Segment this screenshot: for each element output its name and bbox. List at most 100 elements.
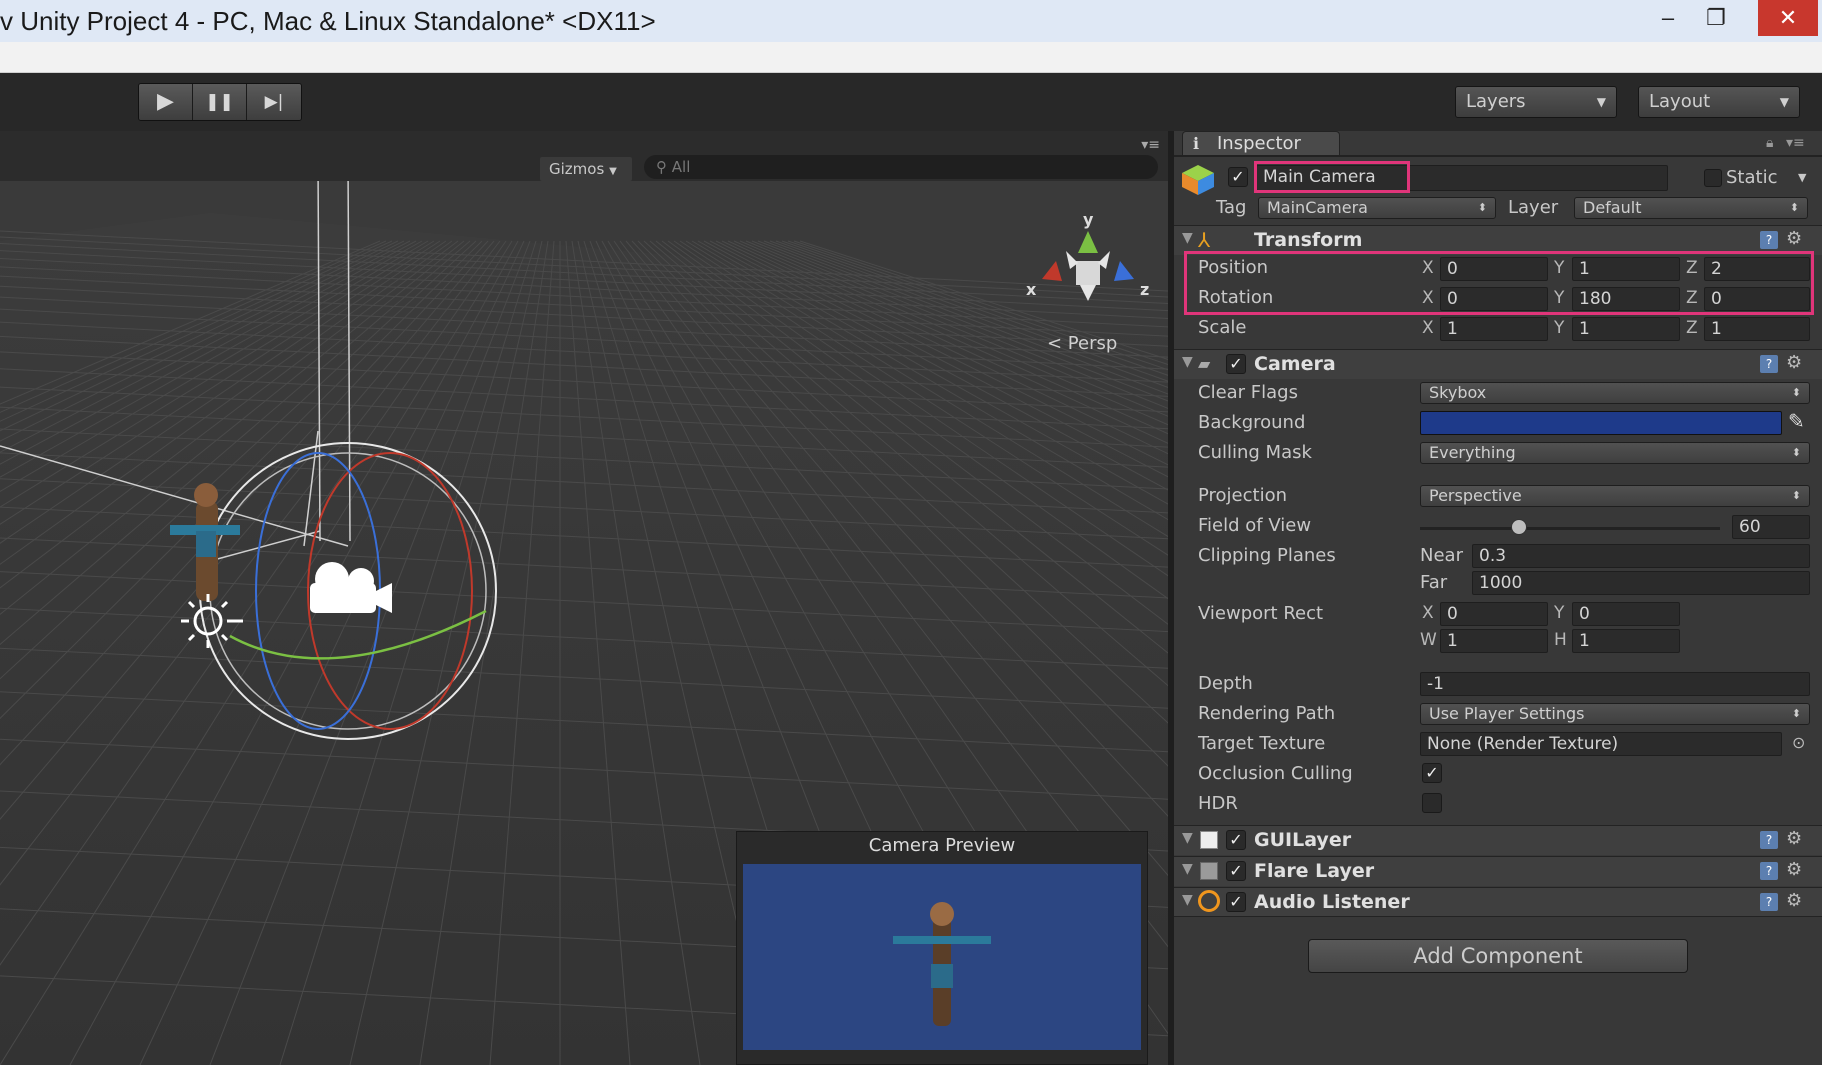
layout-dropdown[interactable]: Layout ▼ [1638,86,1800,118]
clear-flags-dropdown[interactable]: Skybox ⬍ [1420,382,1810,404]
layers-dropdown[interactable]: Layers ▼ [1455,86,1617,118]
flare-layer-icon [1200,862,1218,880]
gear-icon[interactable]: ⚙ [1786,828,1802,849]
occlusion-culling-checkbox[interactable]: ✓ [1422,763,1442,783]
viewport-y-input[interactable]: 0 [1572,602,1680,626]
scene-view-panel: ▾≡ Gizmos ▼ ⚲ All y x z < Persp Camera P… [0,131,1168,1065]
axis-x-label: x [1026,280,1037,299]
highlight-box-name [1254,161,1410,193]
scene-search-input[interactable]: ⚲ All [644,155,1158,179]
camera-enabled-checkbox[interactable]: ✓ [1226,354,1246,374]
lock-icon[interactable]: 🔒︎ [1766,135,1773,151]
eyedropper-icon[interactable]: ✎ [1788,409,1805,433]
help-icon[interactable]: ? [1760,355,1778,373]
flare-layer-enabled-checkbox[interactable]: ✓ [1226,861,1246,881]
search-icon: ⚲ [656,158,667,176]
culling-mask-value: Everything [1429,443,1516,462]
viewport-x-input[interactable]: 0 [1440,602,1548,626]
guilayer-title: GUILayer [1254,829,1352,851]
rendering-path-label: Rendering Path [1198,703,1336,724]
collapse-triangle-icon[interactable]: ▼ [1182,230,1193,246]
window-title-bar: v Unity Project 4 - PC, Mac & Linux Stan… [0,0,1822,42]
far-label: Far [1420,572,1448,593]
layer-label: Layer [1508,197,1559,218]
gear-icon[interactable]: ⚙ [1786,228,1802,249]
chevron-updown-icon: ⬍ [1791,386,1801,399]
info-icon: ℹ [1193,134,1200,153]
viewport-y-label: Y [1554,603,1565,623]
maximize-button[interactable]: ❐ [1694,0,1738,36]
scale-x-input[interactable]: 1 [1440,317,1548,341]
collapse-triangle-icon[interactable]: ▼ [1182,861,1193,877]
scale-z-input[interactable]: 1 [1704,317,1810,341]
fov-input[interactable]: 60 [1732,515,1810,539]
viewport-x-label: X [1422,603,1434,623]
layer-value: Default [1583,198,1642,217]
scale-y-input[interactable]: 1 [1572,317,1680,341]
axis-z-label: z [1140,280,1149,299]
hdr-checkbox[interactable]: ✓ [1422,793,1442,813]
gizmos-dropdown[interactable]: Gizmos ▼ [540,157,632,181]
help-icon[interactable]: ? [1760,231,1778,249]
gear-icon[interactable]: ⚙ [1786,890,1802,911]
rendering-path-dropdown[interactable]: Use Player Settings ⬍ [1420,703,1810,725]
culling-mask-dropdown[interactable]: Everything ⬍ [1420,442,1810,464]
add-component-button[interactable]: Add Component [1308,939,1688,973]
near-input[interactable]: 0.3 [1472,544,1810,568]
projection-dropdown[interactable]: Perspective ⬍ [1420,485,1810,507]
tab-inspector[interactable]: ℹ Inspector [1182,131,1340,155]
far-input[interactable]: 1000 [1472,571,1810,595]
step-button[interactable]: ▶| [247,84,301,120]
guilayer-enabled-checkbox[interactable]: ✓ [1226,830,1246,850]
fov-label: Field of View [1198,515,1312,536]
camera-icon: ▰ [1198,354,1211,373]
static-checkbox[interactable]: ✓ [1704,169,1722,187]
panel-menu-icon[interactable]: ▾≡ [1141,137,1160,153]
audio-listener-title: Audio Listener [1254,891,1410,913]
layer-dropdown[interactable]: Default ⬍ [1574,197,1808,219]
scale-label: Scale [1198,317,1247,338]
playback-controls: ▶ ❚❚ ▶| [138,83,302,121]
gear-icon[interactable]: ⚙ [1786,352,1802,373]
help-icon[interactable]: ? [1760,893,1778,911]
preview-character [893,902,991,1026]
projection-value: Perspective [1429,486,1522,505]
play-button[interactable]: ▶ [139,84,193,120]
pause-button[interactable]: ❚❚ [193,84,247,120]
camera-preview-title: Camera Preview [868,835,1016,856]
fov-slider-thumb[interactable] [1511,519,1527,535]
viewport-h-input[interactable]: 1 [1572,629,1680,653]
static-label: Static [1726,167,1778,188]
help-icon[interactable]: ? [1760,862,1778,880]
audio-listener-enabled-checkbox[interactable]: ✓ [1226,892,1246,912]
viewport-h-label: H [1554,630,1567,650]
target-texture-field[interactable]: None (Render Texture) [1420,732,1782,756]
help-icon[interactable]: ? [1760,831,1778,849]
audio-listener-icon [1198,890,1220,912]
gameobject-active-checkbox[interactable]: ✓ [1228,167,1248,187]
collapse-triangle-icon[interactable]: ▼ [1182,892,1193,908]
fov-slider-track[interactable] [1420,527,1720,530]
panel-menu-icon[interactable]: ▾≡ [1786,135,1805,151]
viewport-w-input[interactable]: 1 [1440,629,1548,653]
camera-component-header[interactable]: ▼ ▰ ✓ Camera ? ⚙ [1174,349,1822,379]
close-button[interactable]: ✕ [1758,0,1818,36]
perspective-toggle[interactable]: < Persp [1047,333,1117,354]
camera-title: Camera [1254,353,1336,375]
minimize-button[interactable]: – [1646,0,1690,36]
depth-input[interactable]: -1 [1420,672,1810,696]
tag-dropdown[interactable]: MainCamera ⬍ [1258,197,1496,219]
gear-icon[interactable]: ⚙ [1786,859,1802,880]
audio-listener-component-header[interactable]: ▼ ✓ Audio Listener ? ⚙ [1174,887,1822,917]
chevron-down-icon[interactable]: ▼ [1798,171,1806,184]
flare-layer-component-header[interactable]: ▼ ✓ Flare Layer ? ⚙ [1174,856,1822,886]
projection-label: Projection [1198,485,1288,506]
collapse-triangle-icon[interactable]: ▼ [1182,830,1193,846]
background-color-field[interactable] [1420,411,1782,435]
chevron-down-icon: ▼ [1779,95,1789,109]
flare-layer-title: Flare Layer [1254,860,1375,882]
guilayer-component-header[interactable]: ▼ ✓ GUILayer ? ⚙ [1174,825,1822,855]
inspector-panel: ℹInspector 🔒︎ ▾≡ ✓ Main Camera ✓ Static … [1174,131,1822,1065]
collapse-triangle-icon[interactable]: ▼ [1182,354,1193,370]
object-picker-icon[interactable]: ⊙ [1792,733,1805,752]
